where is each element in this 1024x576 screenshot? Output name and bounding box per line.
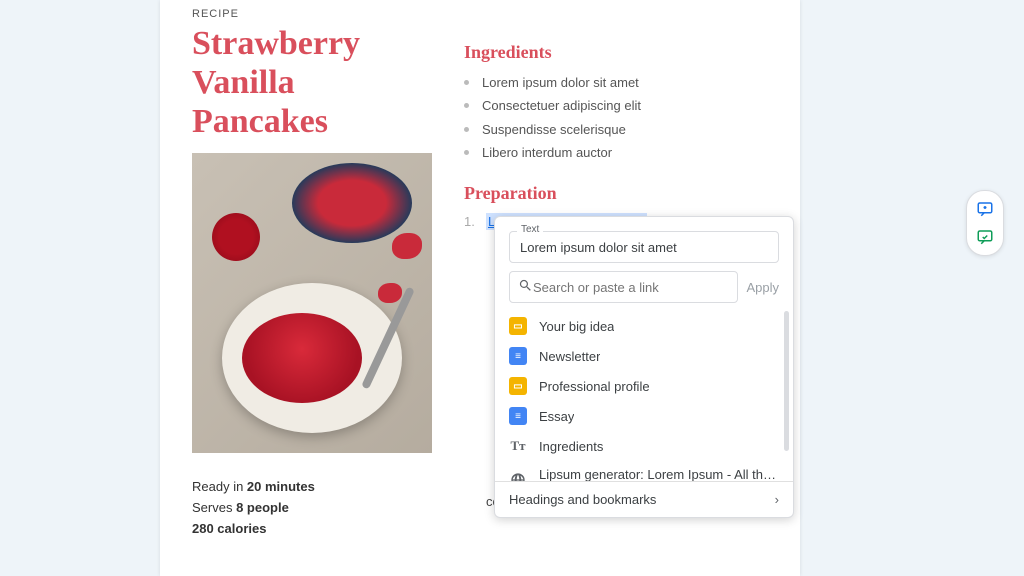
link-suggestions: ▭ Your big idea ≡ Newsletter ▭ Professio… — [495, 311, 793, 481]
recipe-meta: Ready in 20 minutes Serves 8 people 280 … — [192, 477, 432, 539]
suggestion-ingredients-heading[interactable]: Tᴛ Ingredients — [495, 431, 793, 461]
add-comment-button[interactable] — [971, 195, 999, 223]
ingredient-item: Suspendisse scelerisque — [464, 118, 768, 141]
slides-icon: ▭ — [509, 317, 527, 335]
headings-bookmarks-row[interactable]: Headings and bookmarks › — [495, 481, 793, 517]
serves-value: 8 people — [236, 500, 289, 515]
chevron-right-icon: › — [775, 492, 779, 507]
docs-icon: ≡ — [509, 347, 527, 365]
ingredient-item: Lorem ipsum dolor sit amet — [464, 71, 768, 94]
text-field-label: Text — [517, 224, 543, 235]
link-search-box[interactable] — [509, 271, 738, 303]
recipe-photo — [192, 153, 432, 453]
link-search-input[interactable] — [533, 280, 729, 295]
heading-icon: Tᴛ — [509, 437, 527, 455]
ready-value: 20 minutes — [247, 479, 315, 494]
suggestion-your-big-idea[interactable]: ▭ Your big idea — [495, 311, 793, 341]
ingredient-item: Consectetuer adipiscing elit — [464, 94, 768, 117]
search-icon — [518, 278, 533, 296]
suggestion-professional-profile[interactable]: ▭ Professional profile — [495, 371, 793, 401]
globe-icon — [509, 471, 527, 481]
link-text-input[interactable] — [509, 231, 779, 263]
side-toolbar — [966, 190, 1004, 256]
suggestion-newsletter[interactable]: ≡ Newsletter — [495, 341, 793, 371]
left-column: Strawberry Vanilla Pancakes Ready in 20 … — [192, 24, 432, 540]
apply-button[interactable]: Apply — [746, 280, 779, 295]
suggestion-lipsum-generator[interactable]: Lipsum generator: Lorem Ipsum - All the … — [495, 461, 793, 481]
recipe-title: Strawberry Vanilla Pancakes — [192, 24, 432, 141]
preparation-heading: Preparation — [464, 183, 768, 204]
docs-icon: ≡ — [509, 407, 527, 425]
serves-label: Serves — [192, 500, 236, 515]
suggest-edits-button[interactable] — [971, 223, 999, 251]
suggestion-essay[interactable]: ≡ Essay — [495, 401, 793, 431]
ready-label: Ready in — [192, 479, 247, 494]
calories: 280 calories — [192, 521, 266, 536]
insert-link-popup: Text Apply ▭ Your big idea ≡ Newsletter … — [494, 216, 794, 518]
ingredients-list: Lorem ipsum dolor sit amet Consectetuer … — [464, 71, 768, 165]
ingredient-item: Libero interdum auctor — [464, 141, 768, 164]
scrollbar[interactable] — [784, 311, 789, 451]
slides-icon: ▭ — [509, 377, 527, 395]
recipe-category: RECIPE — [192, 8, 768, 20]
ingredients-heading: Ingredients — [464, 42, 768, 63]
headings-bookmarks-label: Headings and bookmarks — [509, 492, 656, 507]
